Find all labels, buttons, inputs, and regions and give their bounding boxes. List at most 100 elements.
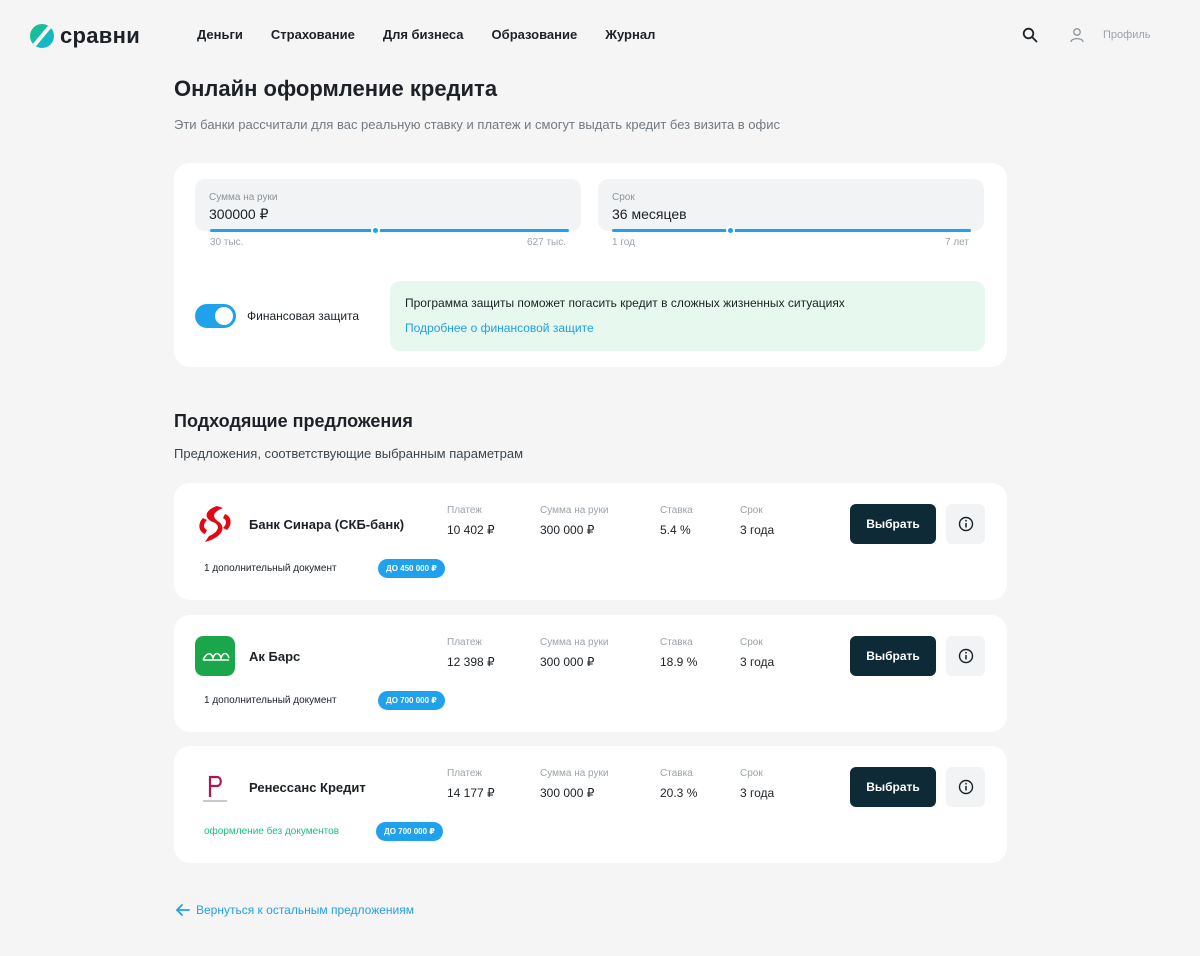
amount-metric: Сумма на руки 300 000 ₽ — [540, 768, 608, 800]
protection-info-box: Программа защиты поможет погасить кредит… — [390, 281, 985, 351]
term-value: 36 месяцев — [612, 206, 687, 222]
choose-button[interactable]: Выбрать — [850, 636, 936, 676]
document-note: 1 дополнительный документ — [204, 695, 337, 706]
offer-info-button[interactable] — [946, 504, 985, 544]
loan-calculator: Сумма на руки 300000 ₽ 30 тыс. 627 тыс. … — [174, 163, 1007, 367]
amount-max: 627 тыс. — [527, 237, 567, 248]
rate-metric: Ставка 18.9 % — [660, 637, 697, 669]
protection-info-text: Программа защиты поможет погасить кредит… — [405, 296, 845, 310]
main-nav: Деньги Страхование Для бизнеса Образован… — [197, 27, 655, 42]
nav-item-journal[interactable]: Журнал — [605, 27, 655, 42]
payment-label: Платеж — [447, 637, 482, 648]
rate-label: Ставка — [660, 637, 693, 648]
financial-protection-toggle[interactable] — [195, 304, 236, 328]
offers-subtitle: Предложения, соответствующие выбранным п… — [174, 446, 524, 461]
payment-label: Платеж — [447, 505, 482, 516]
payment-value: 12 398 ₽ — [447, 655, 495, 669]
rate-value: 5.4 % — [660, 523, 691, 537]
page-title: Онлайн оформление кредита — [174, 76, 498, 101]
offer-info-button[interactable] — [946, 636, 985, 676]
nav-item-insurance[interactable]: Страхование — [271, 27, 355, 42]
term-metric: Срок 3 года — [740, 637, 774, 669]
amount-min: 30 тыс. — [210, 237, 244, 248]
amount-metric-label: Сумма на руки — [540, 505, 609, 516]
rate-value: 20.3 % — [660, 786, 698, 800]
arrow-left-icon — [176, 904, 190, 916]
term-max: 7 лет — [945, 237, 969, 248]
profile-link[interactable]: Профиль — [1069, 27, 1151, 43]
amount-metric-label: Сумма на руки — [540, 637, 609, 648]
term-label: Срок — [612, 192, 635, 203]
rate-metric: Ставка 20.3 % — [660, 768, 697, 800]
term-min: 1 год — [612, 237, 635, 248]
term-slider-thumb[interactable] — [725, 226, 735, 235]
choose-button[interactable]: Выбрать — [850, 767, 936, 807]
user-icon — [1070, 28, 1084, 43]
term-metric-value: 3 года — [740, 786, 775, 800]
brand-name: сравни — [60, 23, 141, 48]
info-icon — [958, 779, 973, 795]
offer-info-button[interactable] — [946, 767, 985, 807]
rate-value: 18.9 % — [660, 655, 698, 669]
ak-bars-logo-icon — [195, 636, 235, 676]
choose-button[interactable]: Выбрать — [850, 504, 936, 544]
bank-name: Ак Барс — [249, 649, 301, 664]
term-metric: Срок 3 года — [740, 505, 774, 537]
limit-badge: ДО 700 000 ₽ — [376, 822, 443, 841]
payment-metric: Платеж 12 398 ₽ — [447, 637, 495, 669]
header: сравни Деньги Страхование Для бизнеса Об… — [0, 0, 1200, 70]
offer-card: Банк Синара (СКБ-банк) Платеж 10 402 ₽ С… — [174, 483, 1007, 600]
payment-metric: Платеж 10 402 ₽ — [447, 505, 495, 537]
info-icon — [958, 648, 973, 664]
amount-metric-value: 300 000 ₽ — [540, 786, 595, 800]
amount-metric-value: 300 000 ₽ — [540, 523, 595, 537]
nav-item-money[interactable]: Деньги — [197, 27, 243, 42]
term-metric-label: Срок — [740, 637, 763, 648]
amount-metric-label: Сумма на руки — [540, 768, 609, 779]
term-metric-value: 3 года — [740, 523, 775, 537]
limit-badge: ДО 450 000 ₽ — [378, 559, 445, 578]
amount-metric-value: 300 000 ₽ — [540, 655, 595, 669]
limit-badge: ДО 700 000 ₽ — [378, 691, 445, 710]
info-icon — [958, 516, 973, 532]
brand-logo[interactable]: сравни — [30, 23, 140, 49]
bank-name: Ренессанс Кредит — [249, 780, 366, 795]
term-metric: Срок 3 года — [740, 768, 774, 800]
term-metric-label: Срок — [740, 768, 763, 779]
page-subtitle: Эти банки рассчитали для вас реальную ст… — [174, 117, 780, 132]
term-metric-label: Срок — [740, 505, 763, 516]
amount-metric: Сумма на руки 300 000 ₽ — [540, 505, 608, 537]
amount-field[interactable]: Сумма на руки 300000 ₽ — [195, 179, 581, 231]
nav-item-education[interactable]: Образование — [492, 27, 578, 42]
payment-metric: Платеж 14 177 ₽ — [447, 768, 495, 800]
offers-title: Подходящие предложения — [174, 411, 413, 431]
payment-value: 10 402 ₽ — [447, 523, 495, 537]
term-field[interactable]: Срок 36 месяцев — [598, 179, 984, 231]
offer-card: Ренессанс Кредит Платеж 14 177 ₽ Сумма н… — [174, 746, 1007, 863]
amount-label: Сумма на руки — [209, 192, 278, 203]
nav-item-business[interactable]: Для бизнеса — [383, 27, 464, 42]
financial-protection-label: Финансовая защита — [247, 309, 360, 323]
logo-icon — [30, 24, 54, 48]
rate-label: Ставка — [660, 505, 693, 516]
protection-info-link[interactable]: Подробнее о финансовой защите — [405, 321, 594, 335]
bank-name: Банк Синара (СКБ-банк) — [249, 517, 405, 532]
document-note: 1 дополнительный документ — [204, 563, 337, 574]
payment-label: Платеж — [447, 768, 482, 779]
document-note: оформление без документов — [204, 826, 340, 837]
profile-label: Профиль — [1103, 29, 1151, 41]
back-to-offers-link[interactable]: Вернуться к остальным предложениям — [176, 903, 414, 917]
renaissance-credit-logo-icon — [195, 767, 235, 807]
search-icon[interactable] — [1022, 27, 1038, 43]
offer-card: Ак Барс Платеж 12 398 ₽ Сумма на руки 30… — [174, 615, 1007, 732]
amount-value: 300000 ₽ — [209, 206, 269, 222]
sinara-bank-logo-icon — [199, 506, 231, 542]
term-slider[interactable] — [612, 226, 971, 235]
amount-slider-thumb[interactable] — [370, 226, 380, 235]
amount-slider[interactable] — [210, 226, 569, 235]
payment-value: 14 177 ₽ — [447, 786, 495, 800]
rate-metric: Ставка 5.4 % — [660, 505, 693, 537]
amount-metric: Сумма на руки 300 000 ₽ — [540, 637, 608, 669]
back-link-label: Вернуться к остальным предложениям — [196, 903, 414, 917]
rate-label: Ставка — [660, 768, 693, 779]
